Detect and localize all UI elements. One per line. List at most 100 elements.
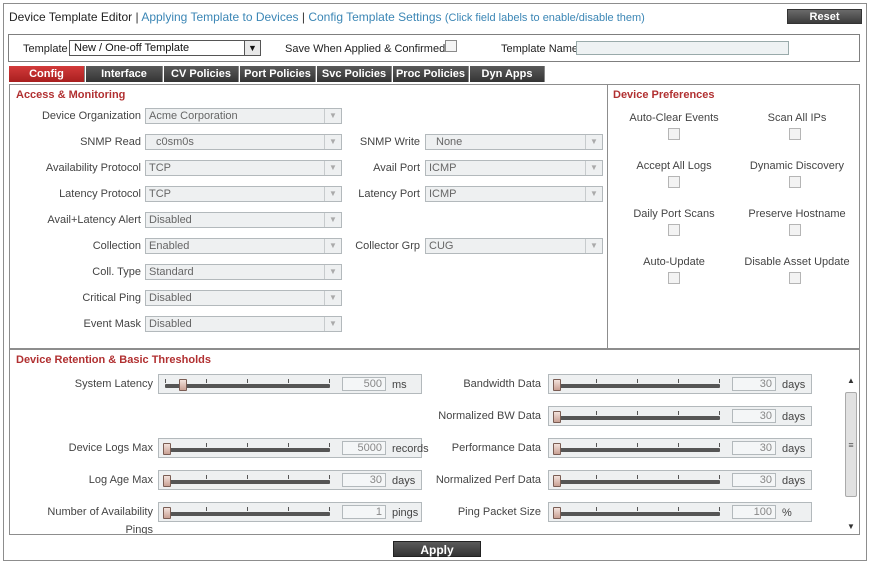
latency-protocol-select[interactable]: TCP ▼ (145, 186, 342, 202)
tab-svc-policies[interactable]: Svc Policies (317, 66, 392, 82)
apply-button[interactable]: Apply (393, 541, 481, 557)
collection-select[interactable]: Enabled ▼ (145, 238, 342, 254)
number-of-availability-label-line2[interactable]: Pings (125, 524, 153, 534)
coll-type-select[interactable]: Standard ▼ (145, 264, 342, 280)
device-logs-max-slider-track[interactable] (165, 448, 330, 452)
normalized-perf-data-slider-track[interactable] (555, 480, 720, 484)
log-age-max-label[interactable]: Log Age Max (89, 474, 153, 486)
slider-tick (637, 411, 638, 415)
auto-clear-events-checkbox[interactable] (668, 128, 680, 140)
collector-grp-select[interactable]: CUG ▼ (425, 238, 603, 254)
latency-port-select[interactable]: ICMP ▼ (425, 186, 603, 202)
log-age-max-slider-track[interactable] (165, 480, 330, 484)
system-latency-value-input[interactable]: 500 (342, 377, 386, 391)
dynamic-discovery-label[interactable]: Dynamic Discovery (732, 160, 862, 172)
avail-port-label[interactable]: Avail Port (373, 162, 420, 174)
preserve-hostname-checkbox[interactable] (789, 224, 801, 236)
auto-clear-events-label[interactable]: Auto-Clear Events (624, 112, 724, 124)
slider-tick (329, 443, 330, 447)
reset-button[interactable]: Reset (787, 9, 862, 24)
device-org-label[interactable]: Device Organization (42, 110, 141, 122)
collection-label[interactable]: Collection (93, 240, 141, 252)
bandwidth-data-slider-track[interactable] (555, 384, 720, 388)
avail-latency-alert-label[interactable]: Avail+Latency Alert (47, 214, 141, 226)
number-of-availability-slider-thumb[interactable] (163, 507, 171, 519)
normalized-bw-data-slider-thumb[interactable] (553, 411, 561, 423)
auto-update-checkbox[interactable] (668, 272, 680, 284)
snmp-read-select[interactable]: c0sm0s ▼ (145, 134, 342, 150)
availability-protocol-label[interactable]: Availability Protocol (46, 162, 141, 174)
tab-cv-policies[interactable]: CV Policies (164, 66, 239, 82)
tab-config[interactable]: Config (9, 66, 85, 82)
number-of-availability-value-input[interactable]: 1 (342, 505, 386, 519)
retention-scrollbar[interactable]: ▲ ≡ ▼ (843, 374, 859, 534)
tab-port-policies[interactable]: Port Policies (240, 66, 316, 82)
normalized-perf-data-value-input[interactable]: 30 (732, 473, 776, 487)
tab-interface[interactable]: Interface (86, 66, 163, 82)
collector-grp-label[interactable]: Collector Grp (355, 240, 420, 252)
auto-update-label[interactable]: Auto-Update (624, 256, 724, 268)
event-mask-select[interactable]: Disabled ▼ (145, 316, 342, 332)
system-latency-slider-track[interactable] (165, 384, 330, 388)
device-logs-max-label[interactable]: Device Logs Max (69, 442, 153, 454)
config-template-settings-link[interactable]: Config Template Settings (308, 10, 441, 24)
critical-ping-select[interactable]: Disabled ▼ (145, 290, 342, 306)
save-when-applied-checkbox[interactable] (445, 40, 457, 52)
chevron-down-icon: ▼ (585, 161, 602, 175)
avail-latency-alert-select[interactable]: Disabled ▼ (145, 212, 342, 228)
ping-packet-size-value-input[interactable]: 100 (732, 505, 776, 519)
normalized-bw-data-slider-track[interactable] (555, 416, 720, 420)
latency-port-label[interactable]: Latency Port (358, 188, 420, 200)
ping-packet-size-slider-thumb[interactable] (553, 507, 561, 519)
applying-template-link[interactable]: Applying Template to Devices (141, 10, 298, 24)
avail-port-select[interactable]: ICMP ▼ (425, 160, 603, 176)
scan-all-ips-label[interactable]: Scan All IPs (732, 112, 862, 124)
bandwidth-data-slider-thumb[interactable] (553, 379, 561, 391)
log-age-max-value-input[interactable]: 30 (342, 473, 386, 487)
tab-dyn-apps[interactable]: Dyn Apps (470, 66, 545, 82)
availability-protocol-select[interactable]: TCP ▼ (145, 160, 342, 176)
scrollbar-thumb[interactable]: ≡ (845, 392, 857, 497)
bandwidth-data-value-input[interactable]: 30 (732, 377, 776, 391)
normalized-perf-data-label[interactable]: Normalized Perf Data (436, 474, 541, 486)
normalized-bw-data-label[interactable]: Normalized BW Data (438, 410, 541, 422)
snmp-write-select[interactable]: None ▼ (425, 134, 603, 150)
preserve-hostname-label[interactable]: Preserve Hostname (732, 208, 862, 220)
accept-all-logs-label[interactable]: Accept All Logs (624, 160, 724, 172)
normalized-bw-data-value-input[interactable]: 30 (732, 409, 776, 423)
disable-asset-update-checkbox[interactable] (789, 272, 801, 284)
performance-data-value-input[interactable]: 30 (732, 441, 776, 455)
critical-ping-label[interactable]: Critical Ping (82, 292, 141, 304)
event-mask-label[interactable]: Event Mask (84, 318, 141, 330)
template-select[interactable]: New / One-off Template ▼ (69, 40, 261, 56)
ping-packet-size-label[interactable]: Ping Packet Size (458, 506, 541, 518)
bandwidth-data-label[interactable]: Bandwidth Data (463, 378, 541, 390)
system-latency-label[interactable]: System Latency (75, 378, 153, 390)
snmp-read-label[interactable]: SNMP Read (80, 136, 141, 148)
performance-data-slider-thumb[interactable] (553, 443, 561, 455)
tab-proc-policies[interactable]: Proc Policies (393, 66, 469, 82)
device-logs-max-slider-thumb[interactable] (163, 443, 171, 455)
daily-port-scans-checkbox[interactable] (668, 224, 680, 236)
number-of-availability-slider-track[interactable] (165, 512, 330, 516)
dynamic-discovery-checkbox[interactable] (789, 176, 801, 188)
accept-all-logs-checkbox[interactable] (668, 176, 680, 188)
ping-packet-size-slider-track[interactable] (555, 512, 720, 516)
arrow-up-icon[interactable]: ▲ (843, 374, 859, 388)
performance-data-slider-track[interactable] (555, 448, 720, 452)
performance-data-label[interactable]: Performance Data (452, 442, 541, 454)
scan-all-ips-checkbox[interactable] (789, 128, 801, 140)
normalized-perf-data-slider-thumb[interactable] (553, 475, 561, 487)
device-org-select[interactable]: Acme Corporation ▼ (145, 108, 342, 124)
number-of-availability-label[interactable]: Number of Availability (47, 506, 153, 518)
device-logs-max-value-input[interactable]: 5000 (342, 441, 386, 455)
disable-asset-update-label[interactable]: Disable Asset Update (732, 256, 862, 268)
daily-port-scans-label[interactable]: Daily Port Scans (624, 208, 724, 220)
arrow-down-icon[interactable]: ▼ (843, 520, 859, 534)
coll-type-label[interactable]: Coll. Type (92, 266, 141, 278)
system-latency-slider-thumb[interactable] (179, 379, 187, 391)
latency-protocol-label[interactable]: Latency Protocol (59, 188, 141, 200)
snmp-write-label[interactable]: SNMP Write (360, 136, 420, 148)
log-age-max-slider-thumb[interactable] (163, 475, 171, 487)
template-name-input[interactable] (576, 41, 789, 55)
